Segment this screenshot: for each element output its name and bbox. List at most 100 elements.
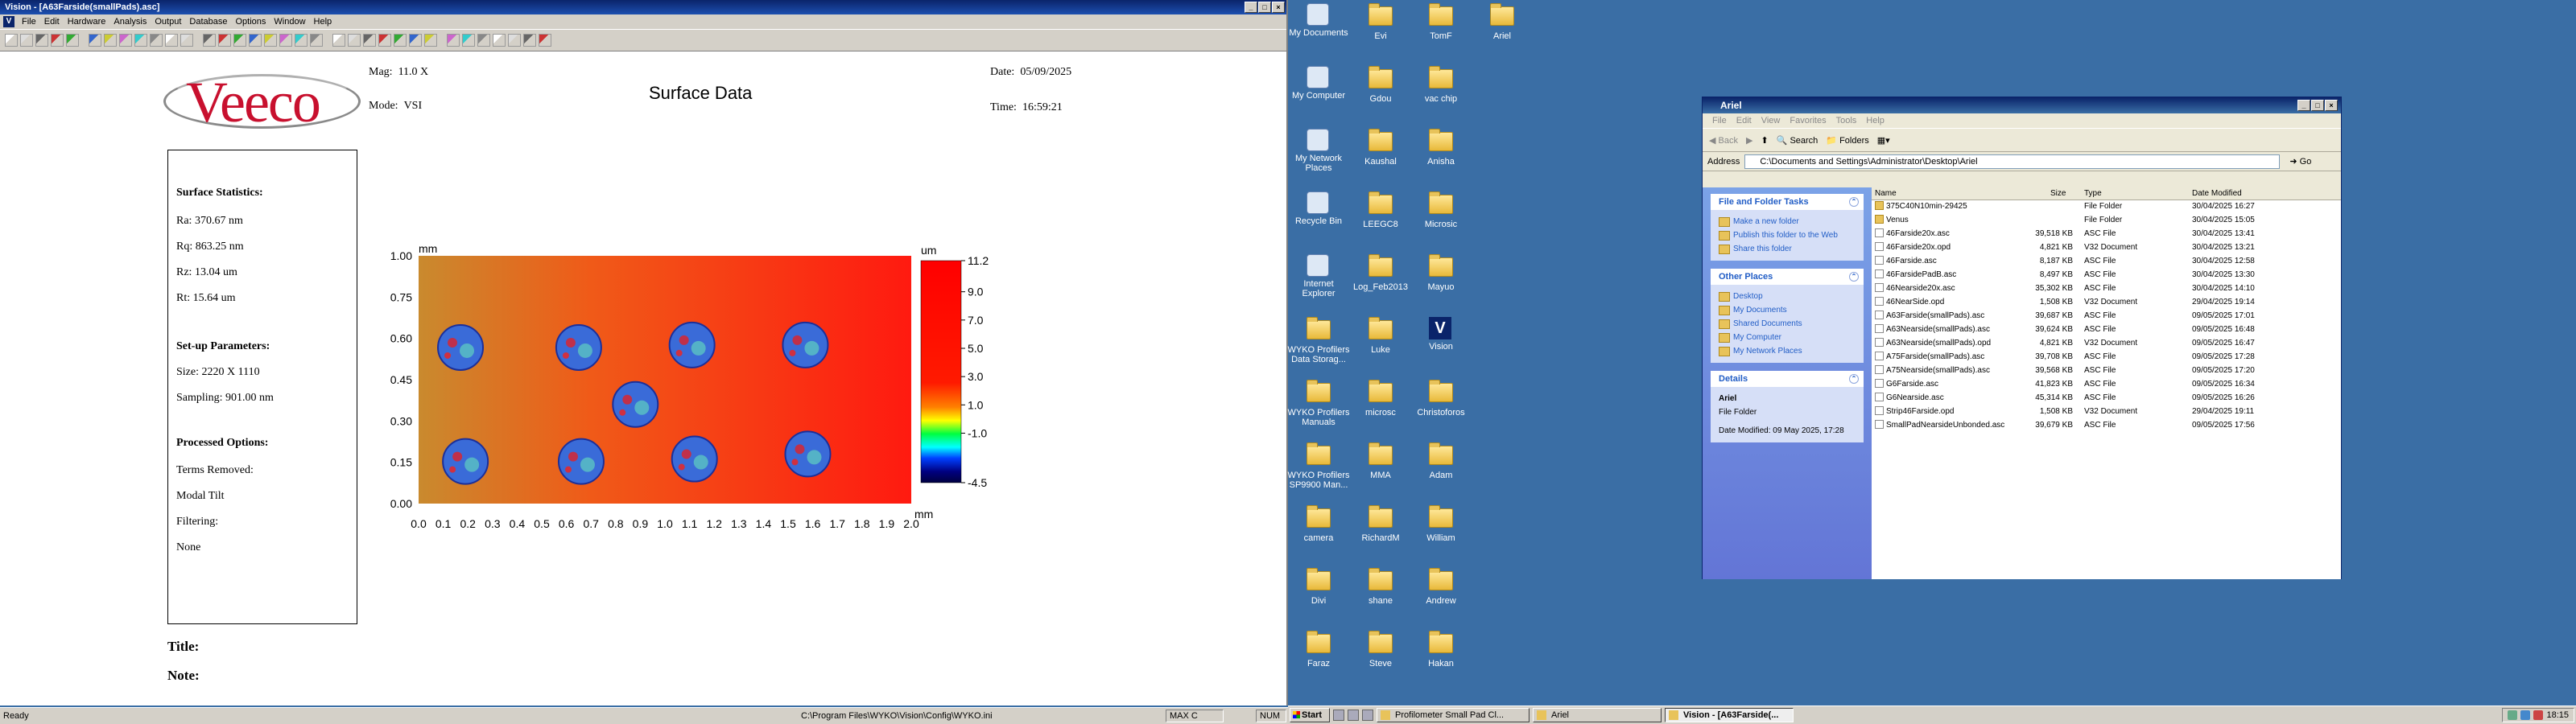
menu-window[interactable]: Window [270, 17, 309, 27]
desktop-icon-adam[interactable]: Adam [1410, 442, 1472, 480]
place-my-documents[interactable]: My Documents [1719, 303, 1856, 317]
go-button[interactable]: ➜ Go [2286, 156, 2314, 167]
emenu-help[interactable]: Help [1861, 116, 1889, 125]
quicklaunch-ie-icon[interactable] [1348, 710, 1359, 721]
col-type[interactable]: Type [2084, 189, 2102, 198]
col-name[interactable]: Name [1875, 189, 1897, 198]
desktop-icon-vision[interactable]: V Vision [1410, 317, 1472, 352]
file-row[interactable]: G6Farside.asc 41,823 KB ASC File 09/05/2025… [1872, 378, 2341, 392]
file-row[interactable]: 46Farside20x.opd 4,821 KB V32 Document 30/0… [1872, 241, 2341, 255]
desktop-icon-faraz[interactable]: Faraz [1287, 631, 1350, 668]
toolbar-tool-icon[interactable] [493, 34, 506, 47]
file-row[interactable]: A63Farside(smallPads).asc 39,687 KB ASC Fi… [1872, 310, 2341, 323]
emenu-file[interactable]: File [1707, 116, 1732, 125]
back-button[interactable]: ◀ Back [1709, 135, 1738, 146]
menu-database[interactable]: Database [185, 17, 231, 27]
task-publish-web[interactable]: Publish this folder to the Web [1719, 228, 1856, 242]
desktop-icon-anisha[interactable]: Anisha [1410, 129, 1472, 167]
task-new-folder[interactable]: Make a new folder [1719, 215, 1856, 228]
file-row[interactable]: 375C40N10min-29425 File Folder 30/04/2025 … [1872, 200, 2341, 214]
toolbar-tool-icon[interactable] [264, 34, 277, 47]
toolbar-tool-icon[interactable] [66, 34, 79, 47]
pad-mark[interactable] [557, 438, 605, 485]
close-button[interactable]: × [1272, 2, 1285, 13]
menu-file[interactable]: File [18, 17, 40, 27]
place-my-computer[interactable]: My Computer [1719, 331, 1856, 344]
toolbar-tool-icon[interactable] [233, 34, 246, 47]
desktop-icon-gdou[interactable]: Gdou [1349, 66, 1412, 104]
desktop-icon-william[interactable]: William [1410, 505, 1472, 543]
vision-titlebar[interactable]: Vision - [A63Farside(smallPads).asc] [0, 0, 1286, 14]
desktop-icon-leegc8[interactable]: LEEGC8 [1349, 191, 1412, 229]
surface-heatmap[interactable]: 0.0 0.1 0.2 0.3 0.4 0.5 0.6 0.7 0.8 0.9 1.0 1.1 1.2 1… [370, 233, 1014, 539]
emenu-tools[interactable]: Tools [1831, 116, 1862, 125]
desktop-icon-kaushal[interactable]: Kaushal [1349, 129, 1412, 167]
collapse-icon[interactable]: ⌃ [1849, 272, 1859, 282]
task-share-folder[interactable]: Share this folder [1719, 242, 1856, 256]
toolbar-tool-icon[interactable] [462, 34, 475, 47]
taskbar-btn-ariel[interactable]: Ariel [1533, 708, 1662, 722]
toolbar-tool-icon[interactable] [424, 34, 437, 47]
pad-mark[interactable] [784, 430, 832, 478]
desktop-icon-internet-explorer[interactable]: Internet Explorer [1287, 254, 1350, 298]
menu-options[interactable]: Options [231, 17, 270, 27]
file-row[interactable]: A63Nearside(smallPads).asc 39,624 KB ASC F… [1872, 323, 2341, 337]
desktop-icon-luke[interactable]: Luke [1349, 317, 1412, 355]
toolbar-tool-icon[interactable] [35, 34, 48, 47]
file-row[interactable]: SmallPadNearsideUnbonded.asc 39,679 KB ASC… [1872, 419, 2341, 433]
desktop-icon-mayuo[interactable]: Mayuo [1410, 254, 1472, 292]
desktop-icon-hakan[interactable]: Hakan [1410, 631, 1472, 668]
file-row[interactable]: 46Nearside20x.asc 35,302 KB ASC File 30/04/… [1872, 282, 2341, 296]
desktop-icon-my-computer[interactable]: My Computer [1287, 66, 1350, 101]
desktop-icon-ariel[interactable]: Ariel [1471, 3, 1534, 41]
menu-hardware[interactable]: Hardware [64, 17, 110, 27]
desktop-icon-shane[interactable]: shane [1349, 568, 1412, 606]
place-shared-documents[interactable]: Shared Documents [1719, 317, 1856, 331]
toolbar-tool-icon[interactable] [104, 34, 117, 47]
views-button[interactable]: ▦▾ [1877, 135, 1890, 146]
toolbar-tool-icon[interactable] [165, 34, 178, 47]
file-row[interactable]: A75Nearside(smallPads).asc 39,568 KB ASC F… [1872, 364, 2341, 378]
file-row[interactable]: A75Farside(smallPads).asc 39,708 KB ASC Fi… [1872, 351, 2341, 364]
col-date[interactable]: Date Modified [2192, 189, 2242, 198]
desktop-icon-evi[interactable]: Evi [1349, 3, 1412, 41]
toolbar-tool-icon[interactable] [279, 34, 292, 47]
explorer-titlebar[interactable]: Ariel _ □ × [1703, 97, 2341, 113]
toolbar-tool-icon[interactable] [119, 34, 132, 47]
desktop-icon-recycle-bin[interactable]: Recycle Bin [1287, 191, 1350, 226]
toolbar-tool-icon[interactable] [409, 34, 422, 47]
toolbar-tool-icon[interactable] [539, 34, 551, 47]
desktop-icon-divi[interactable]: Divi [1287, 568, 1350, 606]
pad-mark[interactable] [612, 381, 659, 428]
taskbar-btn-profilometer[interactable]: Profilometer Small Pad Cl... [1377, 708, 1530, 722]
desktop-icon-wyko-profilers-data-storag[interactable]: WYKO Profilers Data Storag... [1287, 317, 1350, 364]
toolbar-tool-icon[interactable] [378, 34, 391, 47]
minimize-button[interactable]: _ [1245, 2, 1257, 13]
quicklaunch-explorer-icon[interactable] [1362, 710, 1373, 721]
taskbar-btn-vision[interactable]: Vision - [A63Farside(... [1665, 708, 1794, 722]
vision-app-icon[interactable]: V [3, 16, 14, 27]
maximize-button[interactable]: □ [1258, 2, 1271, 13]
explorer-minimize-button[interactable]: _ [2297, 100, 2310, 111]
toolbar-tool-icon[interactable] [89, 34, 101, 47]
col-size[interactable]: Size [2050, 189, 2066, 198]
file-row[interactable]: 46Farside20x.asc 39,518 KB ASC File 30/04/2… [1872, 228, 2341, 241]
toolbar-tool-icon[interactable] [20, 34, 33, 47]
toolbar-tool-icon[interactable] [150, 34, 163, 47]
desktop-icon-microsc[interactable]: microsc [1349, 380, 1412, 418]
pad-mark[interactable] [437, 323, 485, 371]
toolbar-tool-icon[interactable] [332, 34, 345, 47]
menu-help[interactable]: Help [310, 17, 336, 27]
tray-icon[interactable] [2520, 710, 2531, 720]
pad-mark[interactable] [555, 323, 602, 371]
pad-mark[interactable] [442, 438, 489, 485]
desktop-icon-my-documents[interactable]: My Documents [1287, 3, 1350, 38]
toolbar-tool-icon[interactable] [249, 34, 262, 47]
toolbar-tool-icon[interactable] [348, 34, 361, 47]
emenu-edit[interactable]: Edit [1732, 116, 1757, 125]
toolbar-tool-icon[interactable] [51, 34, 64, 47]
desktop-icon-tomf[interactable]: TomF [1410, 3, 1472, 41]
menu-output[interactable]: Output [151, 17, 185, 27]
desktop-icon-andrew[interactable]: Andrew [1410, 568, 1472, 606]
pad-mark[interactable] [782, 321, 829, 368]
